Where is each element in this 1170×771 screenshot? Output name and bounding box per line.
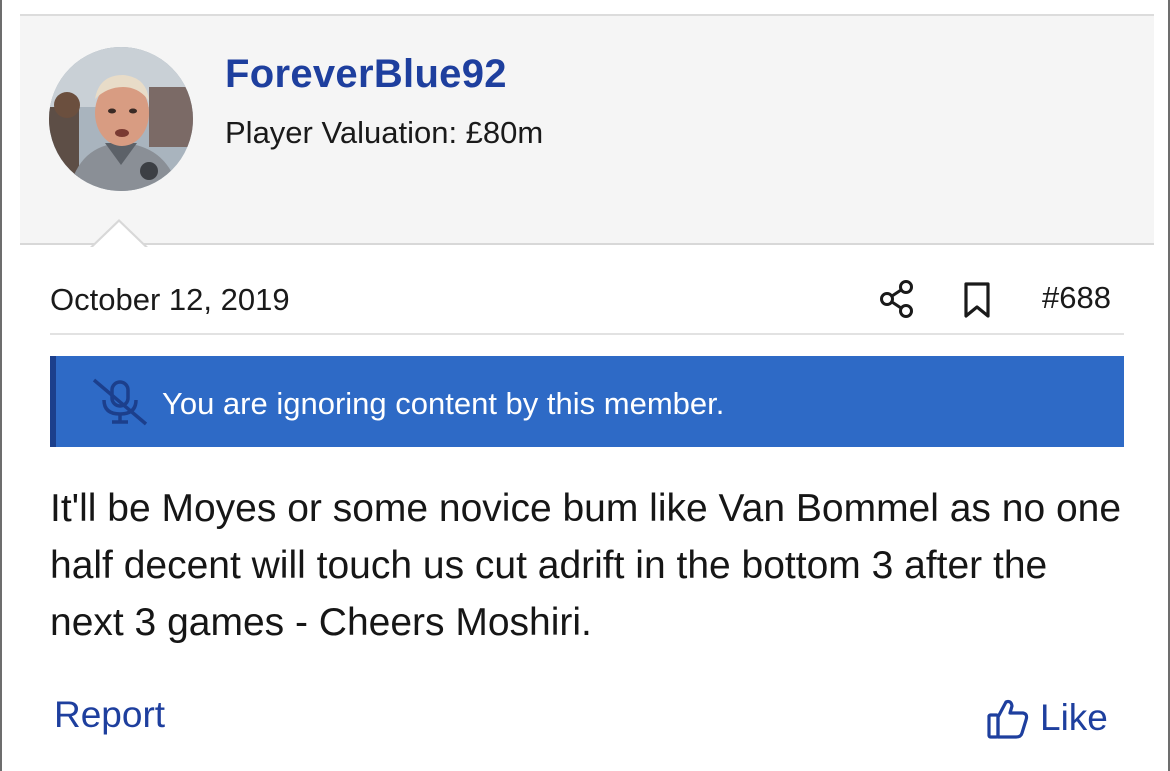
- share-icon[interactable]: [878, 279, 916, 319]
- report-link[interactable]: Report: [54, 694, 165, 736]
- thumbs-up-icon: [987, 699, 1029, 739]
- muted-microphone-icon: [92, 378, 148, 426]
- bookmark-icon[interactable]: [960, 280, 994, 320]
- author-username[interactable]: ForeverBlue92: [225, 52, 507, 97]
- post-message: It'll be Moyes or some novice bum like V…: [50, 487, 1122, 644]
- avatar-photo: [49, 47, 193, 191]
- like-label: Like: [1040, 697, 1108, 738]
- ignored-member-notice: You are ignoring content by this member.: [50, 356, 1124, 447]
- header-pointer-inner: [92, 222, 146, 248]
- like-button[interactable]: Like: [986, 696, 1108, 740]
- post-date[interactable]: October 12, 2019: [50, 282, 290, 318]
- post-number-link[interactable]: #688: [1042, 280, 1111, 316]
- post-container: ForeverBlue92 Player Valuation: £80m Oct…: [0, 0, 1170, 771]
- avatar[interactable]: [49, 47, 193, 191]
- notice-text: You are ignoring content by this member.: [162, 386, 725, 421]
- author-valuation: Player Valuation: £80m: [225, 115, 544, 150]
- divider: [50, 333, 1124, 335]
